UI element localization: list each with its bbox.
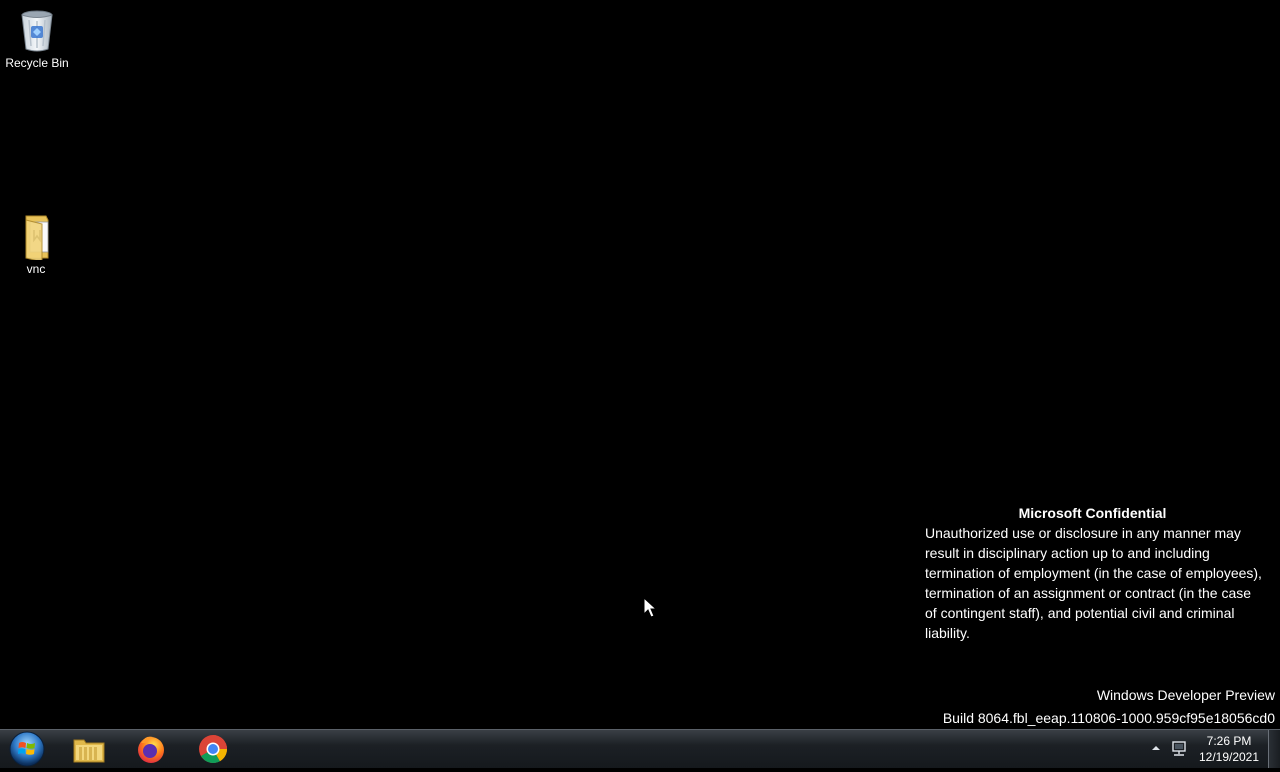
start-button[interactable] [6,731,46,767]
desktop-icon-recycle-bin[interactable]: Recycle Bin [0,6,74,71]
windows-start-orb-icon [9,731,45,767]
show-hidden-icons-arrow-icon[interactable] [1151,743,1161,753]
desktop-icon-vnc[interactable]: vnc [0,212,73,277]
recycle-bin-icon [21,10,53,52]
taskbar: 7:26 PM 12/19/2021 [0,729,1280,768]
desktop[interactable]: Recycle Bin vnc Microsoft Confidential U… [0,0,1280,729]
build-watermark: Windows Developer Preview Build 8064.fbl… [943,684,1275,730]
firefox-icon [138,736,164,763]
taskbar-explorer-button[interactable] [67,732,111,766]
watermark-title: Microsoft Confidential [1018,505,1167,521]
show-desktop-button[interactable] [1268,730,1280,768]
file-explorer-icon [73,739,105,763]
build-edition: Windows Developer Preview [1096,687,1275,703]
network-icon[interactable] [1170,740,1188,758]
mouse-pointer-icon [643,597,657,618]
build-number: Build 8064.fbl_eeap.110806-1000.959cf95e… [942,710,1275,726]
chrome-icon [199,735,228,764]
confidential-watermark: Microsoft Confidential Unauthorized use … [925,503,1275,643]
desktop-icon-label: vnc [26,262,46,276]
system-clock[interactable]: 7:26 PM 12/19/2021 [1196,733,1262,765]
clock-date: 12/19/2021 [1198,750,1260,764]
taskbar-firefox-button[interactable] [129,732,173,766]
folder-icon [25,215,49,260]
taskbar-chrome-button[interactable] [191,732,235,766]
clock-time: 7:26 PM [1206,734,1252,748]
watermark-body: Unauthorized use or disclosure in any ma… [925,525,1262,641]
desktop-icon-label: Recycle Bin [5,56,69,70]
